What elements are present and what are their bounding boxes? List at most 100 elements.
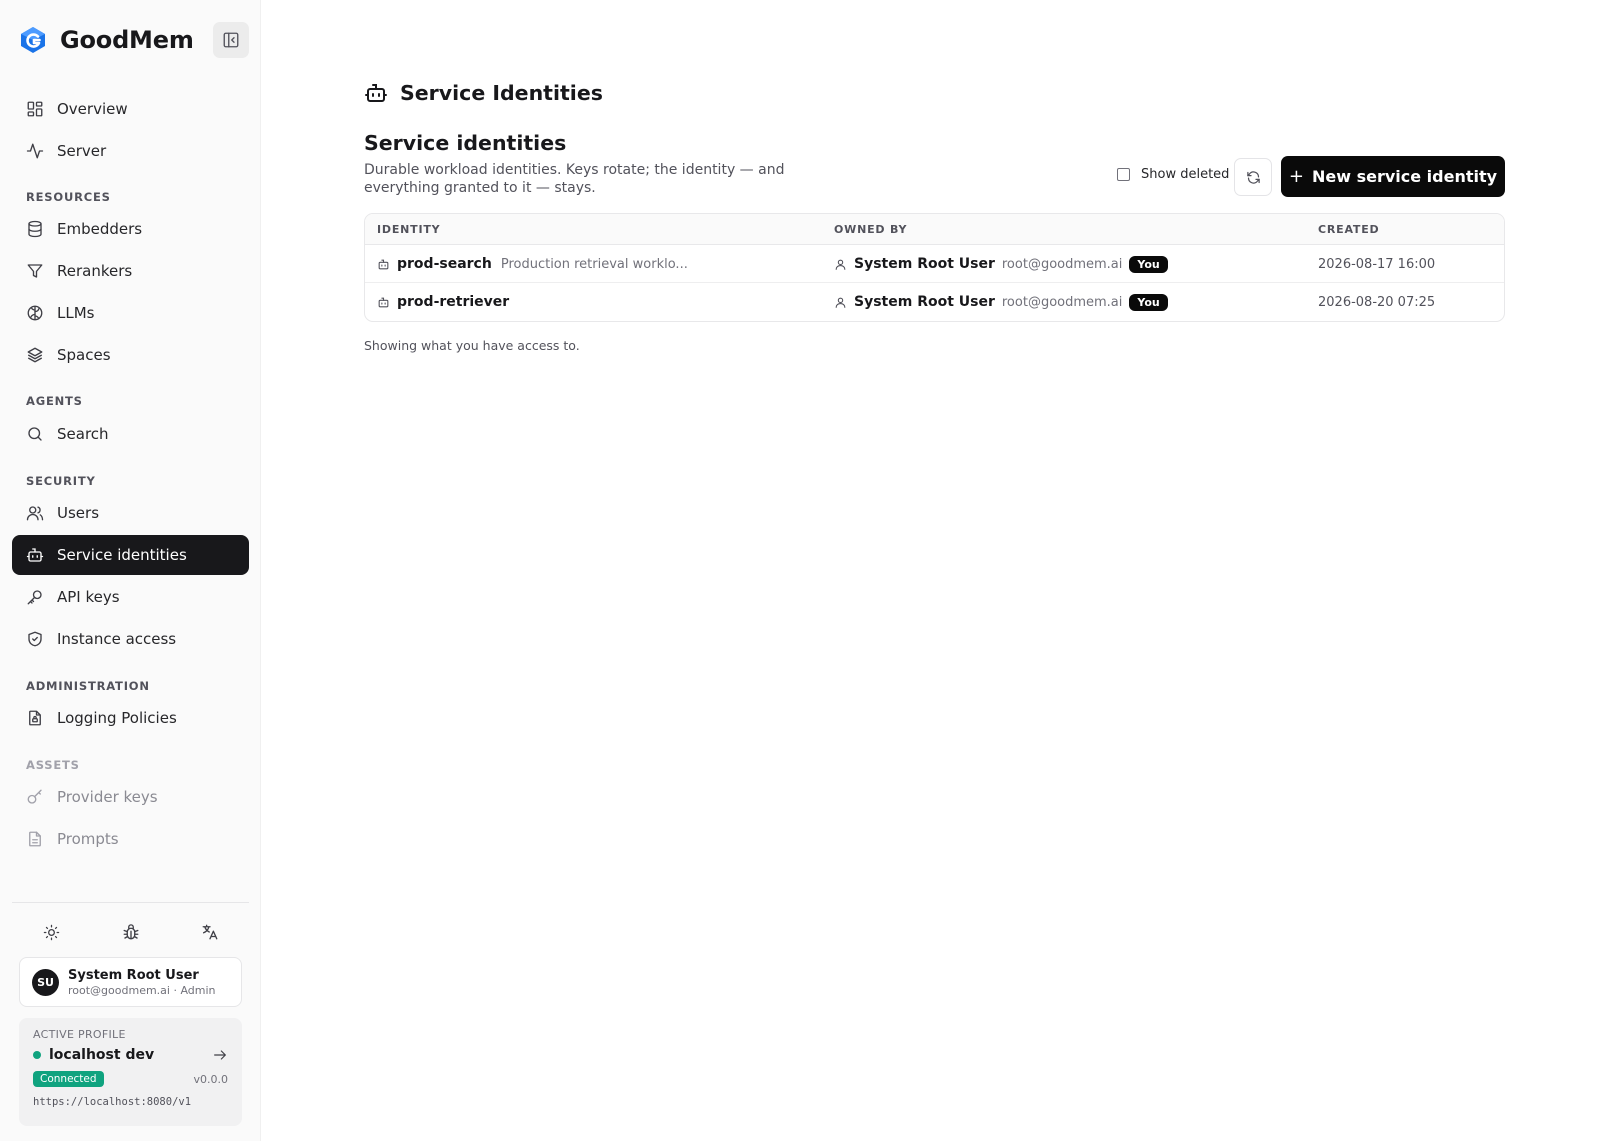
- sidebar-item-search[interactable]: Search: [12, 414, 249, 454]
- identity-name[interactable]: prod-retriever: [397, 294, 509, 310]
- collapse-sidebar-button[interactable]: [213, 22, 249, 58]
- filter-icon: [27, 264, 43, 278]
- identity-description: Production retrieval worklo...: [500, 256, 688, 272]
- owner-name: System Root User: [854, 256, 995, 272]
- sidebar: GoodMem Overview Server RESOURCES Embedd…: [0, 0, 261, 1141]
- user-card[interactable]: SU System Root User root@goodmem.ai · Ad…: [19, 957, 242, 1007]
- you-badge: You: [1129, 255, 1168, 273]
- user-icon: [835, 297, 846, 308]
- table-header: IDENTITY OWNED BY CREATED: [365, 214, 1504, 245]
- column-header-created[interactable]: CREATED: [1318, 223, 1379, 236]
- service-identities-table: IDENTITY OWNED BY CREATED prod-search Pr…: [364, 213, 1505, 322]
- section-label-assets: ASSETS: [26, 758, 80, 772]
- section-label-resources: RESOURCES: [26, 190, 111, 204]
- page-title: Service Identities: [400, 81, 603, 105]
- column-header-owned-by[interactable]: OWNED BY: [834, 223, 907, 236]
- bot-icon: [378, 297, 389, 307]
- sidebar-item-server[interactable]: Server: [12, 131, 249, 171]
- profile-url: https://localhost:8080/v1: [33, 1096, 192, 1108]
- sidebar-item-provider-keys[interactable]: Provider keys: [12, 777, 249, 817]
- sidebar-item-label: Overview: [57, 100, 128, 118]
- sidebar-item-instance-access[interactable]: Instance access: [12, 619, 249, 659]
- show-deleted-toggle[interactable]: Show deleted: [1117, 167, 1229, 182]
- owner-email: root@goodmem.ai: [1001, 294, 1123, 310]
- new-service-identity-label: New service identity: [1312, 167, 1498, 186]
- owner-email: root@goodmem.ai: [1001, 256, 1123, 272]
- file-lock-icon: [29, 710, 41, 726]
- layers-icon: [27, 347, 43, 363]
- sidebar-item-overview[interactable]: Overview: [12, 89, 249, 129]
- sidebar-item-users[interactable]: Users: [12, 493, 249, 533]
- section-description: Durable workload identities. Keys rotate…: [364, 162, 785, 196]
- bug-icon: [123, 924, 138, 940]
- identity-name[interactable]: prod-search: [397, 256, 492, 272]
- owner-name: System Root User: [854, 294, 995, 310]
- sidebar-item-service-identities[interactable]: Service identities: [12, 535, 249, 575]
- profile-version: v0.0.0: [193, 1072, 229, 1086]
- table-row[interactable]: prod-search Production retrieval worklo.…: [365, 245, 1504, 283]
- sidebar-item-embedders[interactable]: Embedders: [12, 209, 249, 249]
- refresh-button[interactable]: [1234, 158, 1272, 196]
- column-header-identity[interactable]: IDENTITY: [377, 223, 440, 236]
- sidebar-item-logging-policies[interactable]: Logging Policies: [12, 698, 249, 738]
- status-badge: Connected: [33, 1071, 104, 1087]
- sidebar-item-label: Service identities: [57, 546, 187, 564]
- page-header: Service Identities: [364, 80, 603, 106]
- key-round-icon: [27, 789, 42, 804]
- sidebar-item-rerankers[interactable]: Rerankers: [12, 251, 249, 291]
- debug-button[interactable]: [113, 918, 149, 946]
- table-row[interactable]: prod-retriever System Root User root@goo…: [365, 283, 1504, 321]
- sidebar-item-label: Users: [57, 504, 100, 522]
- you-badge: You: [1129, 293, 1168, 311]
- sidebar-item-prompts[interactable]: Prompts: [12, 819, 249, 859]
- sidebar-item-label: Spaces: [57, 346, 111, 364]
- language-button[interactable]: [192, 918, 228, 946]
- shield-check-icon: [28, 631, 42, 647]
- file-text-icon: [29, 831, 41, 847]
- created-date: 2026-08-17 16:00: [1318, 256, 1436, 272]
- bot-icon: [365, 84, 387, 102]
- sidebar-item-label: Search: [57, 425, 109, 443]
- refresh-icon: [1246, 170, 1260, 184]
- utility-toolbar: [12, 918, 249, 946]
- user-name: System Root User: [68, 967, 199, 983]
- user-email-role: root@goodmem.ai · Admin: [68, 983, 216, 997]
- brand[interactable]: GoodMem: [20, 24, 194, 56]
- sun-icon: [43, 924, 60, 940]
- arrow-right-icon[interactable]: [212, 1047, 228, 1063]
- sidebar-item-label: Instance access: [57, 630, 177, 648]
- created-date: 2026-08-20 07:25: [1318, 294, 1436, 310]
- status-dot: [33, 1051, 41, 1059]
- sidebar-item-label: Logging Policies: [57, 709, 177, 727]
- layout-grid-icon: [27, 101, 43, 117]
- translate-icon: [202, 924, 217, 940]
- section-label-security: SECURITY: [26, 474, 96, 488]
- sidebar-item-label: Prompts: [57, 830, 119, 848]
- search-icon: [28, 427, 42, 441]
- sidebar-item-label: Rerankers: [57, 262, 133, 280]
- app-name: GoodMem: [60, 26, 194, 54]
- section-label-administration: ADMINISTRATION: [26, 679, 150, 693]
- sidebar-item-api-keys[interactable]: API keys: [12, 577, 249, 617]
- profile-label: ACTIVE PROFILE: [33, 1028, 126, 1041]
- brain-icon: [27, 305, 43, 321]
- bot-icon: [378, 259, 389, 269]
- active-profile-card[interactable]: ACTIVE PROFILE localhost dev Connected v…: [19, 1018, 242, 1126]
- section-title: Service identities: [364, 131, 567, 155]
- theme-toggle-button[interactable]: [34, 918, 70, 946]
- panel-left-icon: [223, 32, 239, 48]
- sidebar-divider: [12, 902, 249, 903]
- sidebar-item-label: LLMs: [57, 304, 95, 322]
- sidebar-item-spaces[interactable]: Spaces: [12, 335, 249, 375]
- avatar: SU: [32, 968, 59, 996]
- new-service-identity-button[interactable]: + New service identity: [1281, 156, 1505, 197]
- sidebar-item-label: Server: [57, 142, 107, 160]
- access-footnote: Showing what you have access to.: [364, 338, 580, 353]
- sidebar-item-llms[interactable]: LLMs: [12, 293, 249, 333]
- show-deleted-checkbox[interactable]: [1117, 168, 1130, 181]
- sidebar-item-label: Provider keys: [57, 788, 158, 806]
- sidebar-item-label: Embedders: [57, 220, 143, 238]
- bot-icon: [26, 548, 44, 562]
- goodmem-logo-icon: [21, 27, 45, 53]
- user-icon: [835, 259, 846, 270]
